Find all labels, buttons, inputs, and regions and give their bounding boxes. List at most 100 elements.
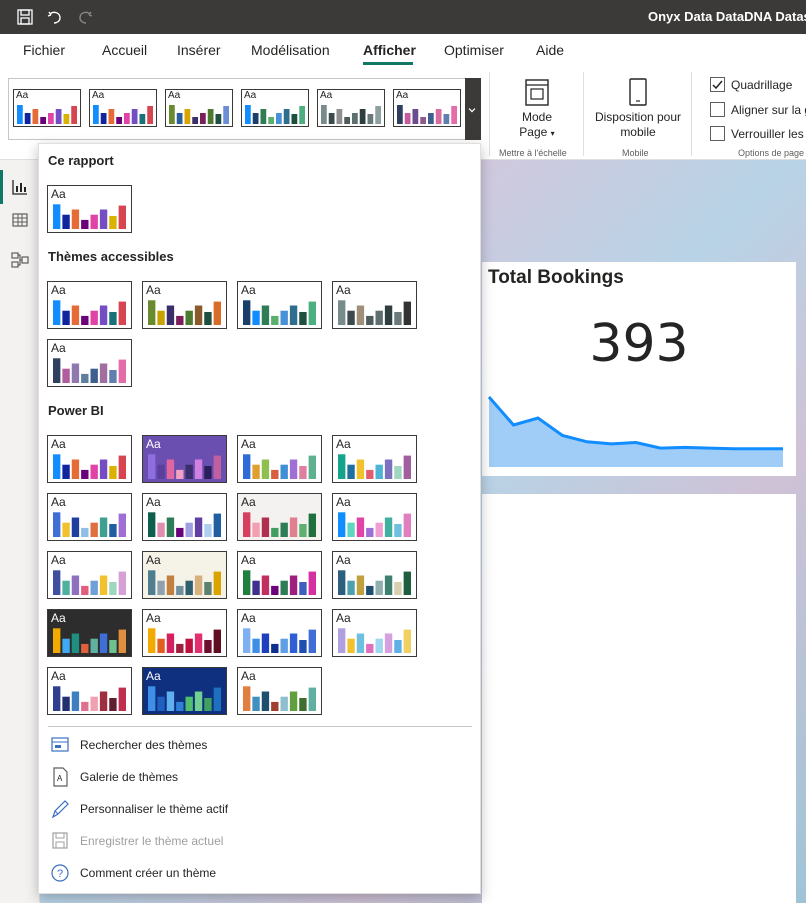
theme-swatch-bar bbox=[443, 114, 450, 124]
theme-swatch-bar bbox=[375, 106, 381, 124]
theme-swatch-bar bbox=[403, 513, 411, 537]
model-view-icon[interactable] bbox=[10, 250, 30, 270]
theme-powerbi-5[interactable]: Aa bbox=[142, 493, 227, 541]
menu-accueil[interactable]: Accueil bbox=[102, 42, 147, 58]
theme-sample-text: Aa bbox=[146, 611, 161, 625]
lock-objects-checkbox[interactable]: Verrouiller les objets bbox=[710, 126, 806, 144]
theme-powerbi-2[interactable]: Aa bbox=[237, 435, 322, 483]
theme-powerbi-4[interactable]: Aa bbox=[47, 493, 132, 541]
table-view-icon[interactable] bbox=[10, 210, 30, 230]
undo-icon[interactable] bbox=[46, 8, 64, 26]
theme-swatch-bar bbox=[420, 117, 426, 124]
theme-swatch-bar bbox=[148, 686, 156, 711]
ribbon-separator bbox=[583, 72, 584, 156]
browse-themes-item[interactable]: Rechercher des thèmes bbox=[48, 734, 468, 758]
theme-powerbi-16[interactable]: Aa bbox=[47, 667, 132, 715]
gallery-theme-1[interactable]: Aa bbox=[89, 89, 157, 127]
save-icon[interactable] bbox=[16, 8, 34, 26]
customize-theme-label: Personnaliser le thème actif bbox=[80, 802, 229, 816]
theme-powerbi-3[interactable]: Aa bbox=[332, 435, 417, 483]
menu-aide[interactable]: Aide bbox=[536, 42, 564, 58]
theme-this-report-0[interactable]: Aa bbox=[47, 185, 132, 233]
snap-to-grid-checkbox[interactable]: Aligner sur la grille bbox=[710, 102, 806, 120]
gallery-theme-5[interactable]: Aa bbox=[393, 89, 461, 127]
mobile-layout-button[interactable]: Disposition pour mobile bbox=[590, 110, 686, 140]
checkbox-unchecked bbox=[710, 102, 725, 117]
theme-swatch-bar bbox=[375, 522, 383, 537]
redo-icon[interactable] bbox=[76, 8, 94, 26]
theme-swatch-bar bbox=[157, 638, 165, 653]
theme-powerbi-11[interactable]: Aa bbox=[332, 551, 417, 599]
theme-swatch-bar bbox=[367, 114, 374, 124]
menu-modelisation[interactable]: Modélisation bbox=[251, 42, 330, 58]
theme-accessible-2[interactable]: Aa bbox=[237, 281, 322, 329]
menu-optimiser[interactable]: Optimiser bbox=[444, 42, 504, 58]
menu-inserer[interactable]: Insérer bbox=[177, 42, 221, 58]
theme-gallery-expand-button[interactable] bbox=[465, 78, 481, 140]
gallery-theme-2[interactable]: Aa bbox=[165, 89, 233, 127]
theme-powerbi-18[interactable]: Aa bbox=[237, 667, 322, 715]
theme-swatch-bar bbox=[53, 204, 61, 229]
customize-theme-item[interactable]: Personnaliser le thème actif bbox=[48, 798, 468, 822]
page-view-label-1: Mode bbox=[521, 110, 553, 124]
theme-swatch-bar bbox=[99, 575, 108, 595]
theme-powerbi-6[interactable]: Aa bbox=[237, 493, 322, 541]
theme-powerbi-0[interactable]: Aa bbox=[47, 435, 132, 483]
how-to-create-theme-item[interactable]: ? Comment créer un thème bbox=[48, 862, 468, 886]
theme-accessible-1[interactable]: Aa bbox=[142, 281, 227, 329]
theme-powerbi-13[interactable]: Aa bbox=[142, 609, 227, 657]
page-view-icon bbox=[525, 79, 549, 106]
theme-swatch-bar bbox=[194, 305, 203, 325]
theme-swatch-bar bbox=[356, 305, 365, 325]
report-view-icon[interactable] bbox=[10, 177, 30, 197]
window-title: Onyx Data DataDNA Dataset ( bbox=[648, 9, 806, 24]
theme-powerbi-17[interactable]: Aa bbox=[142, 667, 227, 715]
theme-gallery-item[interactable]: A Galerie de thèmes bbox=[48, 766, 468, 790]
theme-accessible-0[interactable]: Aa bbox=[47, 281, 132, 329]
theme-swatch-bar bbox=[261, 459, 270, 479]
theme-swatch-bar bbox=[176, 701, 184, 711]
browse-themes-label: Rechercher des thèmes bbox=[80, 738, 208, 752]
theme-powerbi-14[interactable]: Aa bbox=[237, 609, 322, 657]
theme-accessible-3[interactable]: Aa bbox=[332, 281, 417, 329]
theme-swatch-bar bbox=[394, 640, 402, 653]
visual-card[interactable] bbox=[482, 494, 796, 903]
theme-powerbi-8[interactable]: Aa bbox=[47, 551, 132, 599]
theme-swatch-bar bbox=[328, 113, 335, 124]
theme-powerbi-10[interactable]: Aa bbox=[237, 551, 322, 599]
theme-swatch-bar bbox=[289, 575, 298, 595]
menu-afficher[interactable]: Afficher bbox=[363, 42, 416, 58]
theme-swatch-bar bbox=[204, 582, 212, 595]
theme-swatch-bar bbox=[53, 358, 61, 383]
menu-fichier[interactable]: Fichier bbox=[23, 42, 65, 58]
gallery-theme-4[interactable]: Aa bbox=[317, 89, 385, 127]
theme-swatch-bar bbox=[166, 691, 175, 711]
theme-swatch-bar bbox=[252, 522, 260, 537]
page-view-button[interactable]: Mode Page ▾ bbox=[508, 110, 566, 141]
theme-swatch-bar bbox=[157, 522, 165, 537]
theme-swatch-bar bbox=[280, 464, 288, 479]
theme-swatch-bar bbox=[366, 469, 374, 479]
theme-powerbi-7[interactable]: Aa bbox=[332, 493, 417, 541]
theme-sample-text: Aa bbox=[51, 495, 66, 509]
theme-swatch-bar bbox=[280, 580, 288, 595]
theme-powerbi-15[interactable]: Aa bbox=[332, 609, 417, 657]
theme-swatch-bar bbox=[118, 629, 126, 653]
theme-swatch-bar bbox=[131, 109, 138, 124]
theme-accessible-4[interactable]: Aa bbox=[47, 339, 132, 387]
theme-swatch-bar bbox=[243, 570, 251, 595]
chevron-down-icon: ▾ bbox=[550, 129, 555, 138]
theme-powerbi-12[interactable]: Aa bbox=[47, 609, 132, 657]
theme-swatch-bar bbox=[81, 315, 89, 325]
theme-powerbi-9[interactable]: Aa bbox=[142, 551, 227, 599]
theme-swatch-bar bbox=[356, 517, 365, 537]
theme-sample-text: Aa bbox=[51, 187, 66, 201]
theme-swatch-bar bbox=[243, 300, 251, 325]
theme-swatch-bar bbox=[148, 628, 156, 653]
theme-powerbi-1[interactable]: Aa bbox=[142, 435, 227, 483]
gallery-theme-3[interactable]: Aa bbox=[241, 89, 309, 127]
gallery-theme-0[interactable]: Aa bbox=[13, 89, 81, 127]
theme-sample-text: Aa bbox=[336, 437, 351, 451]
theme-sample-text: Aa bbox=[336, 283, 351, 297]
kpi-card[interactable]: Total Bookings 393 bbox=[482, 262, 796, 476]
